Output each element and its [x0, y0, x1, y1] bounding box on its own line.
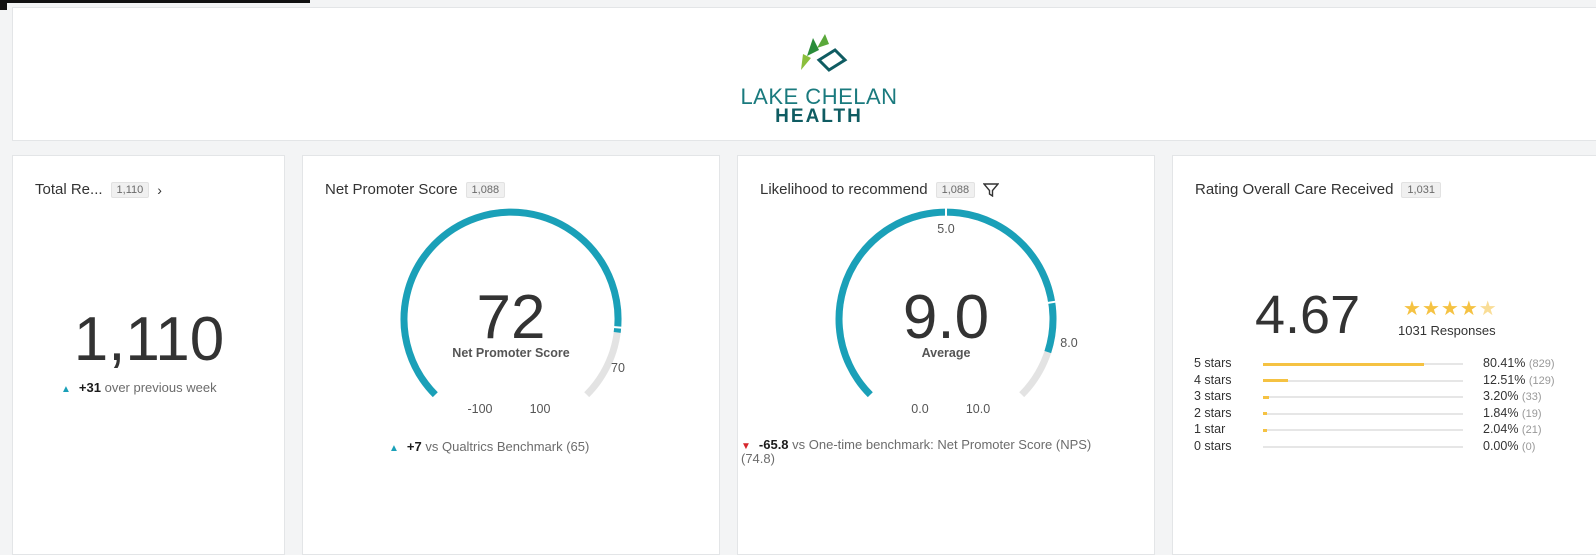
- response-count-text: 1031 Responses: [1398, 323, 1496, 338]
- gauge-min: 0.0: [911, 402, 928, 416]
- response-count-badge: 1,088: [935, 181, 976, 198]
- card-title-text: Total Re...: [35, 181, 103, 198]
- star-row-percent: 3.20% (33): [1483, 389, 1541, 403]
- star-row-label: 2 stars: [1194, 405, 1232, 420]
- percent-value: 80.41%: [1483, 356, 1529, 370]
- delta-text: over previous week: [104, 380, 217, 395]
- percent-value: 2.04%: [1483, 422, 1522, 436]
- gauge-top-label: 5.0: [937, 222, 954, 236]
- nps-card: Net Promoter Score 1,088 72 Net Promoter…: [302, 155, 720, 555]
- star-row-percent: 80.41% (829): [1483, 356, 1555, 370]
- percent-value: 3.20%: [1483, 389, 1522, 403]
- star-row-bar-fill: [1263, 428, 1268, 432]
- total-delta: ▲ +31 over previous week: [61, 380, 217, 395]
- leaf-logo-icon: [801, 34, 848, 72]
- nps-value: 72: [477, 283, 546, 352]
- star-row-percent: 1.84% (19): [1483, 406, 1541, 420]
- lake-chelan-health-logo: LAKE CHELAN HEALTH: [709, 30, 929, 130]
- card-title-text: Rating Overall Care Received: [1195, 181, 1394, 198]
- star-row-bar-fill: [1263, 362, 1424, 366]
- card-title-text: Likelihood to recommend: [760, 181, 928, 198]
- triangle-up-icon: ▲: [389, 443, 399, 454]
- count-value: (129): [1528, 374, 1555, 387]
- rating-average: 4.67: [1255, 285, 1361, 345]
- card-title-text: Net Promoter Score: [325, 181, 458, 198]
- star-row-percent: 12.51% (129): [1483, 373, 1555, 387]
- benchmark-tick: [1045, 300, 1058, 305]
- total-responses-card: Total Re... 1,110 › 1,110 ▲ +31 over prev…: [12, 155, 285, 555]
- star-row-label: 3 stars: [1194, 389, 1232, 403]
- star-row-bar-track: [1263, 362, 1463, 366]
- likelihood-value: 9.0: [903, 283, 989, 352]
- gauge-max: 100: [530, 402, 551, 416]
- star-row-bar-track: [1263, 428, 1463, 432]
- percent-value: 0.00%: [1483, 438, 1522, 453]
- count-value: (19): [1521, 407, 1542, 420]
- percent-value: 1.84%: [1483, 405, 1522, 420]
- gauge-max: 10.0: [966, 402, 990, 416]
- star-icon: ★: [1478, 298, 1498, 320]
- star-row-percent: 0.00% (0): [1483, 439, 1535, 453]
- filter-icon[interactable]: [983, 182, 1000, 197]
- star-row-bar-fill: [1263, 412, 1267, 415]
- top-edge-corner: [0, 0, 7, 10]
- response-count-badge: 1,088: [465, 181, 506, 198]
- star-row-label: 0 stars: [1194, 438, 1232, 453]
- card-title[interactable]: Net Promoter Score 1,088: [325, 181, 506, 198]
- star-icon: ★: [1459, 298, 1479, 320]
- delta-value: +31: [78, 380, 101, 395]
- delta-value: -65.8: [758, 437, 789, 452]
- response-count-badge: 1,031: [1401, 181, 1441, 198]
- delta-text-2: (74.8): [741, 451, 775, 466]
- logo-line-2: HEALTH: [775, 106, 863, 127]
- delta-text: vs Qualtrics Benchmark (65): [425, 439, 590, 454]
- delta-value: +7: [406, 439, 422, 454]
- count-value: (33): [1521, 391, 1542, 403]
- card-title[interactable]: Likelihood to recommend 1,088: [760, 181, 1000, 198]
- card-title[interactable]: Total Re... 1,110 ›: [35, 181, 162, 198]
- dashboard-header: LAKE CHELAN HEALTH: [12, 7, 1596, 141]
- star-row-bar-fill: [1263, 395, 1270, 399]
- star-row-bar-fill: [1263, 379, 1289, 382]
- benchmark-tick: [611, 325, 624, 329]
- star-icon: ★: [1421, 298, 1441, 320]
- benchmark-marker-label: 70: [611, 361, 625, 375]
- star-row-percent: 2.04% (21): [1483, 422, 1541, 436]
- count-value: (829): [1528, 358, 1555, 370]
- star-row-bar-track: [1263, 379, 1463, 382]
- likelihood-card: Likelihood to recommend 1,088 9.0 Averag…: [737, 155, 1155, 555]
- star-rating: ★★★★★: [1403, 296, 1498, 321]
- triangle-up-icon: ▲: [61, 384, 71, 395]
- rating-card: Rating Overall Care Received 1,031 4.67 …: [1172, 155, 1596, 555]
- gauge-min: -100: [467, 402, 492, 416]
- percent-value: 12.51%: [1483, 372, 1529, 387]
- top-edge-line: [0, 0, 310, 3]
- benchmark-marker-label: 8.0: [1060, 336, 1077, 350]
- star-row-label: 1 star: [1194, 422, 1226, 436]
- star-row-bar-track: [1263, 412, 1463, 415]
- card-title[interactable]: Rating Overall Care Received 1,031: [1195, 181, 1441, 198]
- delta-text: vs One-time benchmark: Net Promoter Scor…: [792, 437, 1092, 452]
- likelihood-delta: ▼ -65.8 vs One-time benchmark: Net Promot…: [741, 437, 1092, 466]
- star-icon: ★: [1403, 298, 1422, 320]
- star-row-label: 4 stars: [1194, 372, 1232, 387]
- chevron-right-icon[interactable]: ›: [157, 182, 162, 198]
- star-row-bar-track: [1263, 395, 1463, 399]
- count-value: (21): [1521, 424, 1542, 436]
- star-icon: ★: [1440, 298, 1460, 320]
- likelihood-label: Average: [922, 346, 971, 360]
- nps-delta: ▲ +7 vs Qualtrics Benchmark (65): [389, 439, 589, 454]
- total-responses-value: 1,110: [73, 305, 225, 374]
- star-row-label: 5 stars: [1194, 356, 1232, 370]
- star-row-bar-track: [1263, 445, 1463, 448]
- count-value: (0): [1521, 440, 1536, 453]
- response-count-badge: 1,110: [110, 181, 150, 198]
- nps-label: Net Promoter Score: [452, 346, 569, 360]
